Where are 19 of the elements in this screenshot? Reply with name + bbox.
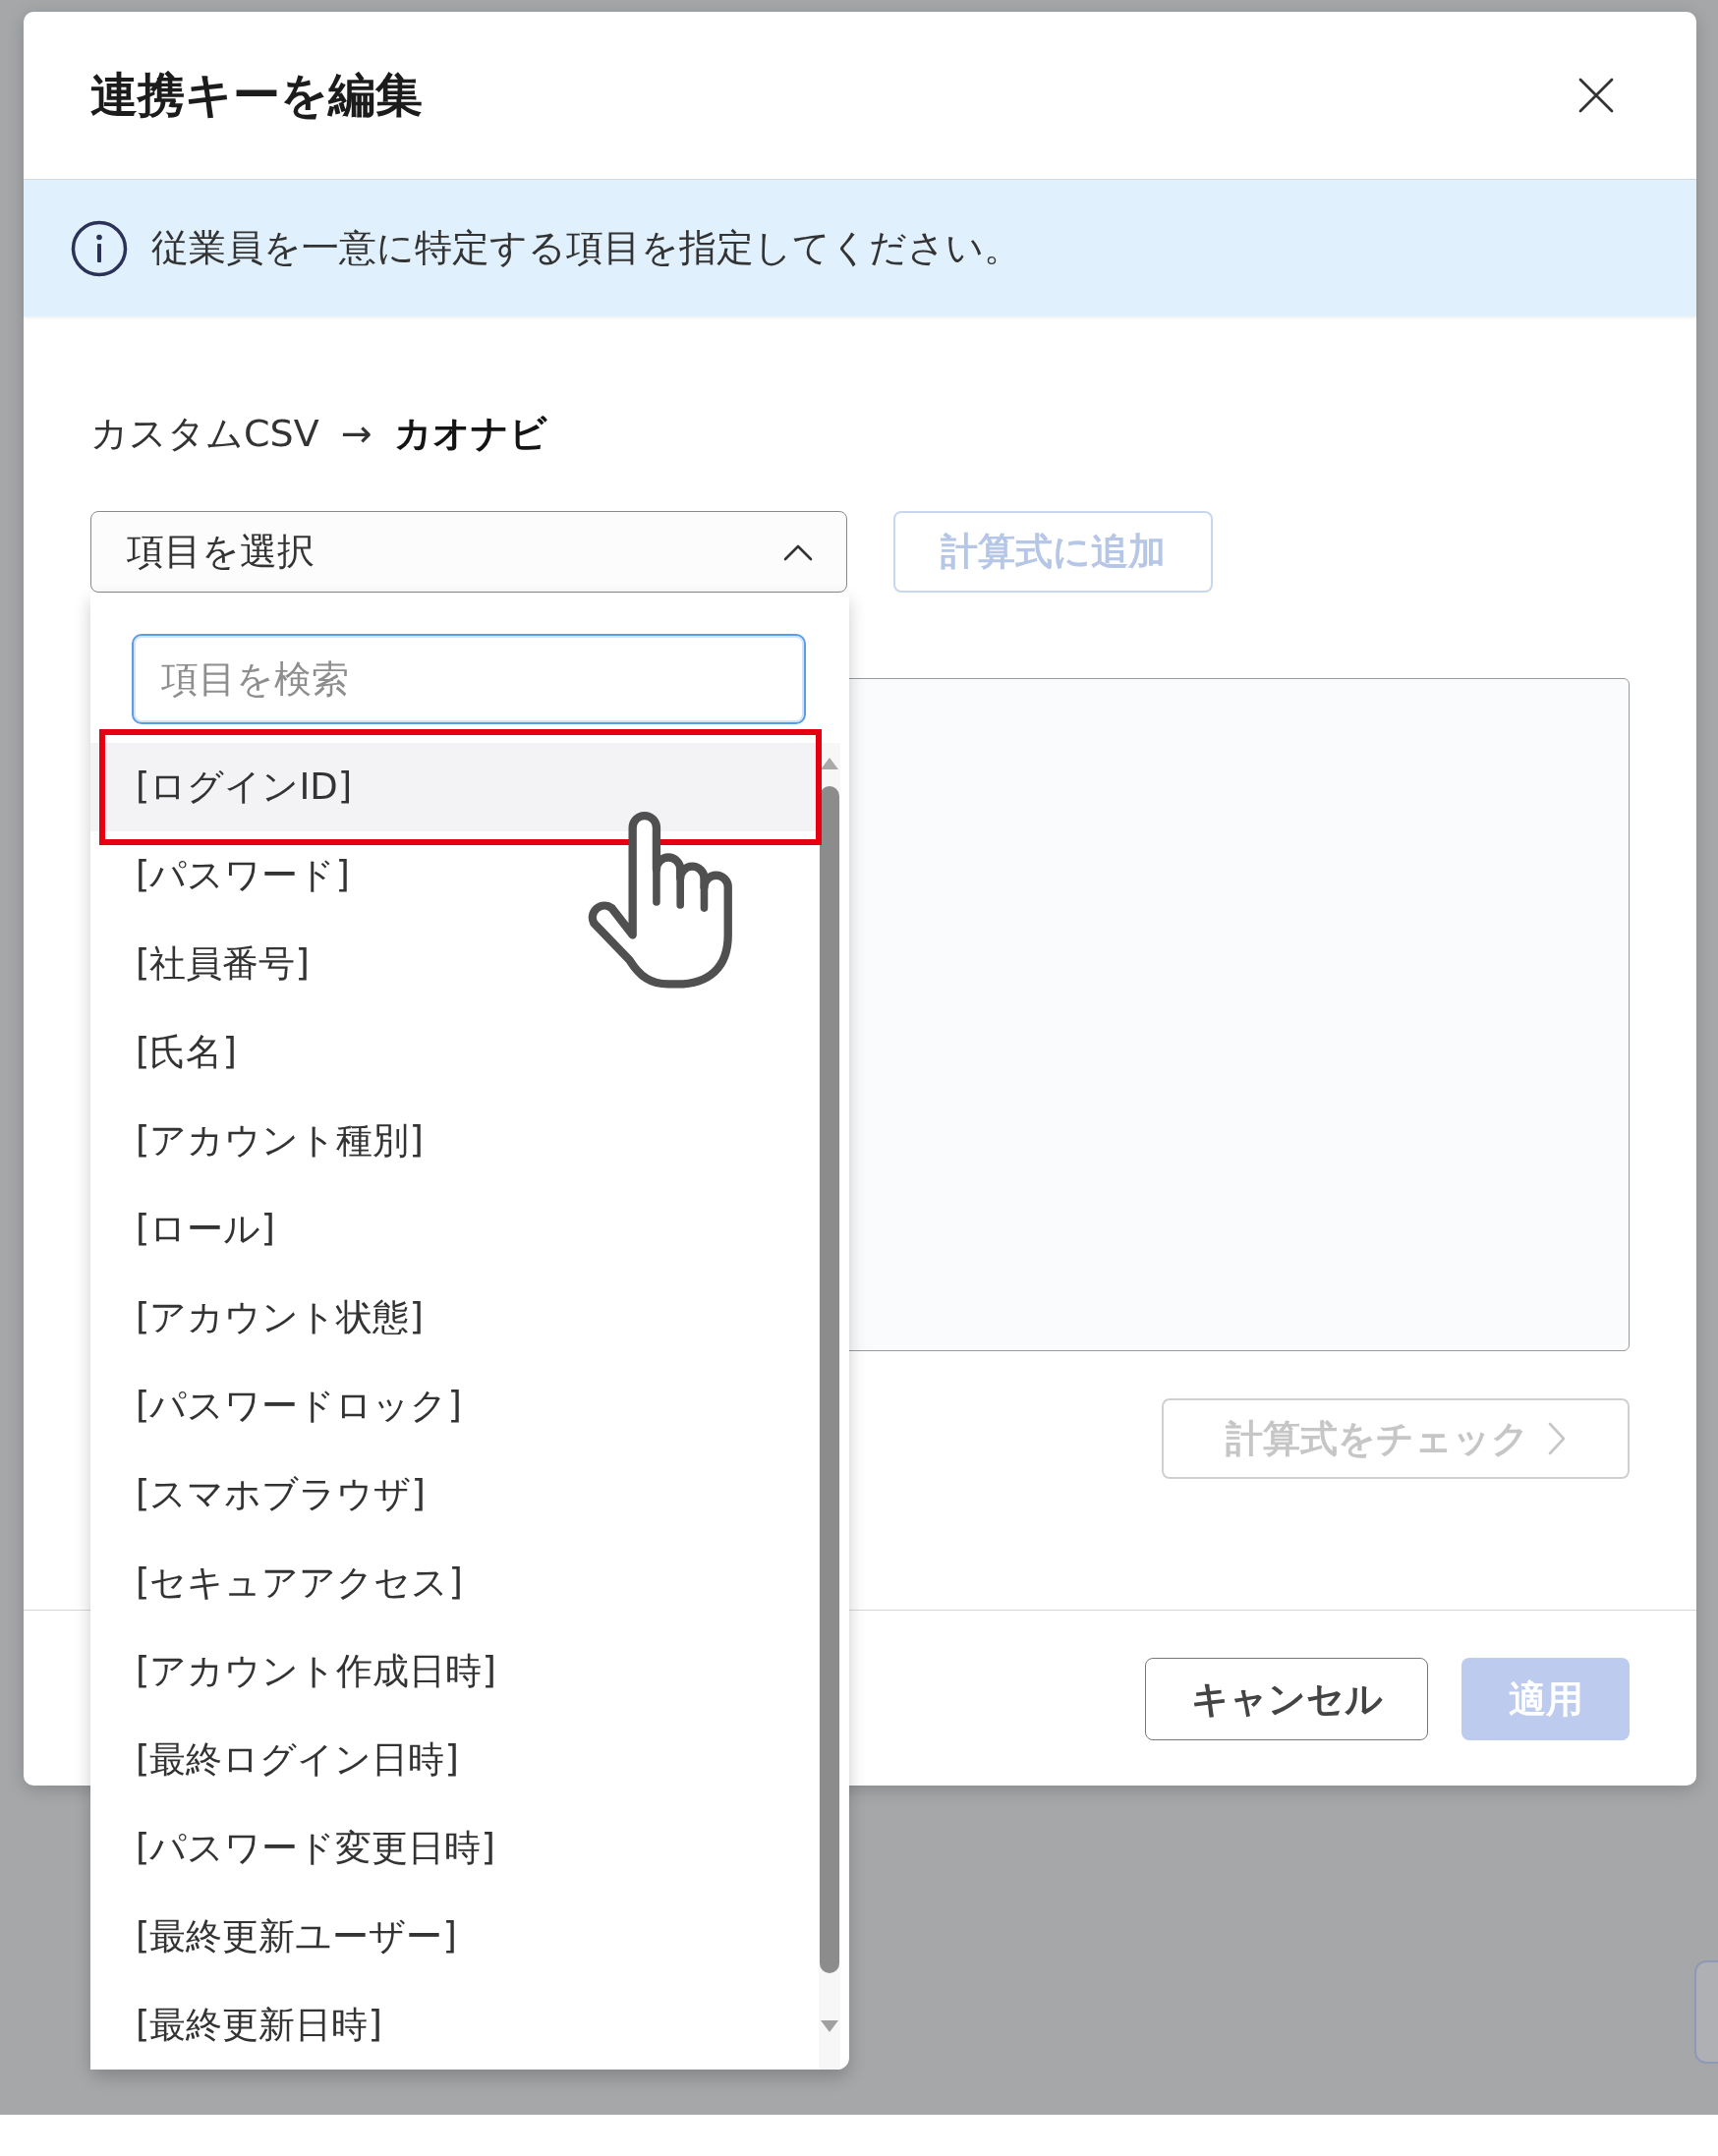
scrollbar[interactable] bbox=[819, 743, 840, 2070]
close-icon bbox=[1578, 78, 1614, 113]
target-label: カオナビ bbox=[393, 410, 547, 457]
cancel-button[interactable]: キャンセル bbox=[1145, 1658, 1428, 1740]
info-icon bbox=[71, 219, 128, 277]
mapping-arrow: → bbox=[340, 412, 372, 455]
scroll-up-icon[interactable] bbox=[820, 757, 839, 770]
info-text: 従業員を一意に特定する項目を指定してください。 bbox=[151, 225, 1021, 271]
search-field[interactable]: 項目を検索 bbox=[132, 634, 806, 724]
dropdown-option[interactable]: [ログインID] bbox=[90, 743, 819, 831]
scroll-down-icon[interactable] bbox=[820, 2019, 839, 2033]
dropdown-option[interactable]: [最終更新日時] bbox=[90, 1981, 819, 2070]
chevron-right-icon bbox=[1546, 1421, 1567, 1456]
item-select[interactable]: 項目を選択 bbox=[90, 511, 847, 593]
close-button[interactable] bbox=[1578, 78, 1614, 113]
source-label: カスタムCSV bbox=[90, 410, 319, 457]
chevron-up-icon bbox=[783, 542, 813, 561]
dialog-title: 連携キーを編集 bbox=[90, 66, 423, 124]
scrollbar-thumb[interactable] bbox=[820, 786, 839, 1973]
